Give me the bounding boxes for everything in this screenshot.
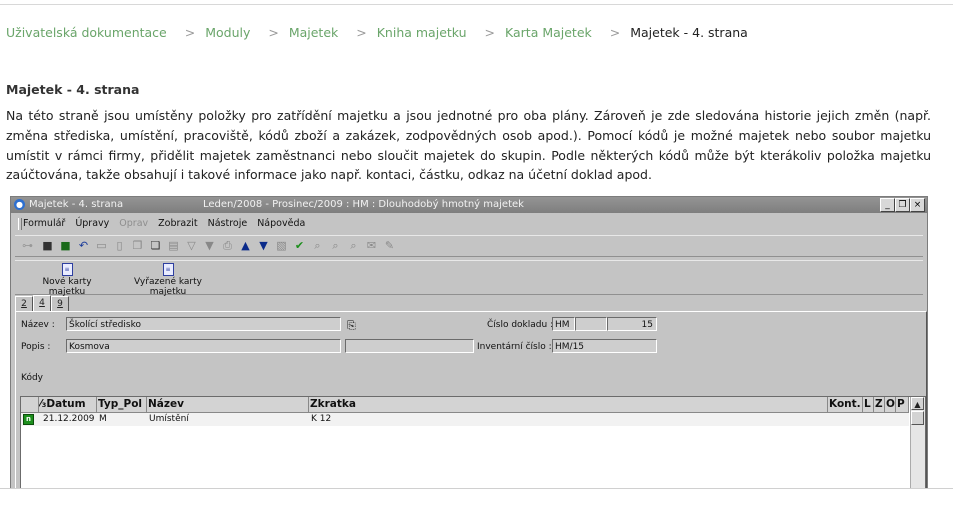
menu-grip [18, 218, 22, 230]
col-nazev[interactable]: Název [147, 397, 309, 412]
breadcrumb-link-karta-majetek[interactable]: Karta Majetek [505, 25, 592, 40]
breadcrumb: Uživatelská dokumentace > Moduly > Majet… [6, 25, 748, 40]
top-divider [0, 4, 953, 5]
window-titlebar: ● Majetek - 4. strana Leden/2008 - Prosi… [11, 197, 927, 213]
col-zkratka[interactable]: Zkratka [309, 397, 828, 412]
cell-nazev: Umístění [149, 414, 189, 424]
copy-icon[interactable]: ❐ [131, 239, 144, 252]
tab-panel: Název : Školící středisko ⎘ Číslo doklad… [15, 311, 927, 489]
menu-formular[interactable]: Formulář [23, 216, 65, 232]
scroll-thumb[interactable] [911, 411, 924, 425]
page-heading: Majetek - 4. strana [6, 82, 140, 97]
filter-edit-icon[interactable]: ▼ [203, 239, 216, 252]
nazev-field[interactable]: Školící středisko [66, 317, 341, 331]
menu-nastroje[interactable]: Nástroje [208, 216, 248, 232]
document-icon: ≡ [162, 263, 174, 276]
popis-label: Popis : [21, 342, 51, 352]
icon-toolbar: ⊶ ■ ■ ↶ ▭ ▯ ❐ ❏ ▤ ▽ ▼ ⎙ ▲ ▼ ▧ ✔ ⌕ ⌕ ⌕ ✉ … [15, 235, 923, 257]
breadcrumb-separator: > [356, 25, 367, 40]
menu-bar: Formulář Úpravy Oprav Zobrazit Nástroje Nápov… [15, 216, 923, 232]
lookup-icon[interactable]: ⎘ [347, 319, 356, 333]
check-icon[interactable]: ✔ [293, 239, 306, 252]
tab-2[interactable]: 2 [15, 296, 33, 312]
new-cards-button[interactable]: ≡ Nové karty majetku [23, 263, 111, 297]
cislo-dokladu-prefix[interactable]: HM [552, 317, 575, 331]
popis-extra-field[interactable] [345, 339, 474, 353]
menu-napoveda[interactable]: Nápověda [257, 216, 305, 232]
scroll-up-arrow-icon[interactable]: ▲ [911, 397, 924, 410]
breadcrumb-current: Majetek - 4. strana [630, 25, 748, 40]
col-z[interactable]: Z [874, 397, 885, 412]
window-title: Majetek - 4. strana [29, 199, 124, 210]
app-icon: ● [14, 199, 25, 210]
book-icon[interactable]: ▤ [167, 239, 180, 252]
menu-upravy[interactable]: Úpravy [75, 216, 109, 232]
menu-zobrazit[interactable]: Zobrazit [158, 216, 197, 232]
breadcrumb-link-documentation[interactable]: Uživatelská dokumentace [6, 25, 167, 40]
breadcrumb-link-majetek[interactable]: Majetek [289, 25, 338, 40]
col-o[interactable]: O [885, 397, 896, 412]
col-datum[interactable]: ⁄₃Datum [39, 397, 97, 412]
discarded-cards-button[interactable]: ≡ Vyřazené karty majetku [115, 263, 221, 297]
table-row[interactable]: n 21.12.2009 M Umístění K 12 [21, 413, 909, 426]
document-icon: ≡ [61, 263, 73, 276]
export-icon[interactable]: ▧ [275, 239, 288, 252]
edit-icon[interactable]: ✎ [383, 239, 396, 252]
app-window: ● Majetek - 4. strana Leden/2008 - Prosi… [10, 196, 928, 490]
codes-grid: ⁄₃Datum Typ_Pol Název Zkratka Kont. L Z … [20, 396, 926, 489]
tab-9[interactable]: 9 [51, 296, 69, 312]
window-subtitle: Leden/2008 - Prosinec/2009 : HM : Dlouho… [203, 199, 524, 210]
col-kont[interactable]: Kont. [828, 397, 863, 412]
grid-scrollbar[interactable]: ▲ [910, 397, 925, 489]
open-icon[interactable]: ▭ [95, 239, 108, 252]
replace-icon[interactable]: ⌕ [347, 239, 360, 252]
row-indicator-icon: n [23, 414, 34, 425]
breadcrumb-separator: > [609, 25, 621, 40]
arrow-up-icon[interactable]: ▲ [239, 239, 252, 252]
action-toolbar: ≡ Nové karty majetku ≡ Vyřazené karty ma… [15, 260, 923, 297]
find-icon[interactable]: ⌕ [311, 239, 324, 252]
cell-zkratka: K 12 [311, 414, 332, 424]
filter-icon[interactable]: ▽ [185, 239, 198, 252]
undo-icon[interactable]: ↶ [77, 239, 90, 252]
close-button[interactable]: × [910, 198, 925, 212]
popis-field[interactable]: Kosmova [66, 339, 341, 353]
find-next-icon[interactable]: ⌕ [329, 239, 342, 252]
grid-header: ⁄₃Datum Typ_Pol Název Zkratka Kont. L Z … [21, 397, 909, 413]
minimize-button[interactable]: _ [880, 198, 895, 212]
print-icon[interactable]: ⎙ [221, 239, 234, 252]
description-paragraph: Na této straně jsou umístěny položky pro… [6, 108, 931, 183]
cell-typ: M [99, 414, 107, 424]
col-l[interactable]: L [863, 397, 874, 412]
kody-label: Kódy [21, 373, 43, 383]
menu-oprav: Oprav [119, 218, 149, 229]
cell-datum: 21.12.2009 [43, 414, 95, 424]
cislo-dokladu-label: Číslo dokladu : [487, 320, 554, 330]
paste-icon[interactable]: ❏ [149, 239, 162, 252]
inventarni-cislo-label: Inventární číslo : [477, 342, 552, 352]
header-indicator-cell [21, 397, 39, 412]
save-all-icon[interactable]: ■ [59, 239, 72, 252]
breadcrumb-separator: > [484, 25, 496, 40]
restore-button[interactable]: ❐ [895, 198, 910, 212]
new-icon[interactable]: ▯ [113, 239, 126, 252]
arrow-down-icon[interactable]: ▼ [257, 239, 270, 252]
breadcrumb-separator: > [268, 25, 279, 40]
page-footer-space [0, 489, 953, 507]
mail-icon[interactable]: ✉ [365, 239, 378, 252]
breadcrumb-link-modules[interactable]: Moduly [205, 25, 250, 40]
cislo-dokladu-number[interactable]: 15 [607, 317, 657, 331]
save-icon[interactable]: ■ [41, 239, 54, 252]
tab-4[interactable]: 4 [33, 295, 51, 312]
discarded-cards-label: Vyřazené karty majetku [134, 277, 202, 297]
col-p[interactable]: P [896, 397, 909, 412]
breadcrumb-separator: > [184, 25, 196, 40]
new-cards-label: Nové karty majetku [42, 277, 92, 297]
tree-icon[interactable]: ⊶ [21, 239, 34, 252]
breadcrumb-link-kniha-majetku[interactable]: Kniha majetku [377, 25, 467, 40]
cislo-dokladu-mid[interactable] [575, 317, 607, 331]
col-typ-pol[interactable]: Typ_Pol [97, 397, 147, 412]
inventarni-cislo-field[interactable]: HM/15 [552, 339, 657, 353]
nazev-label: Název : [21, 320, 55, 330]
